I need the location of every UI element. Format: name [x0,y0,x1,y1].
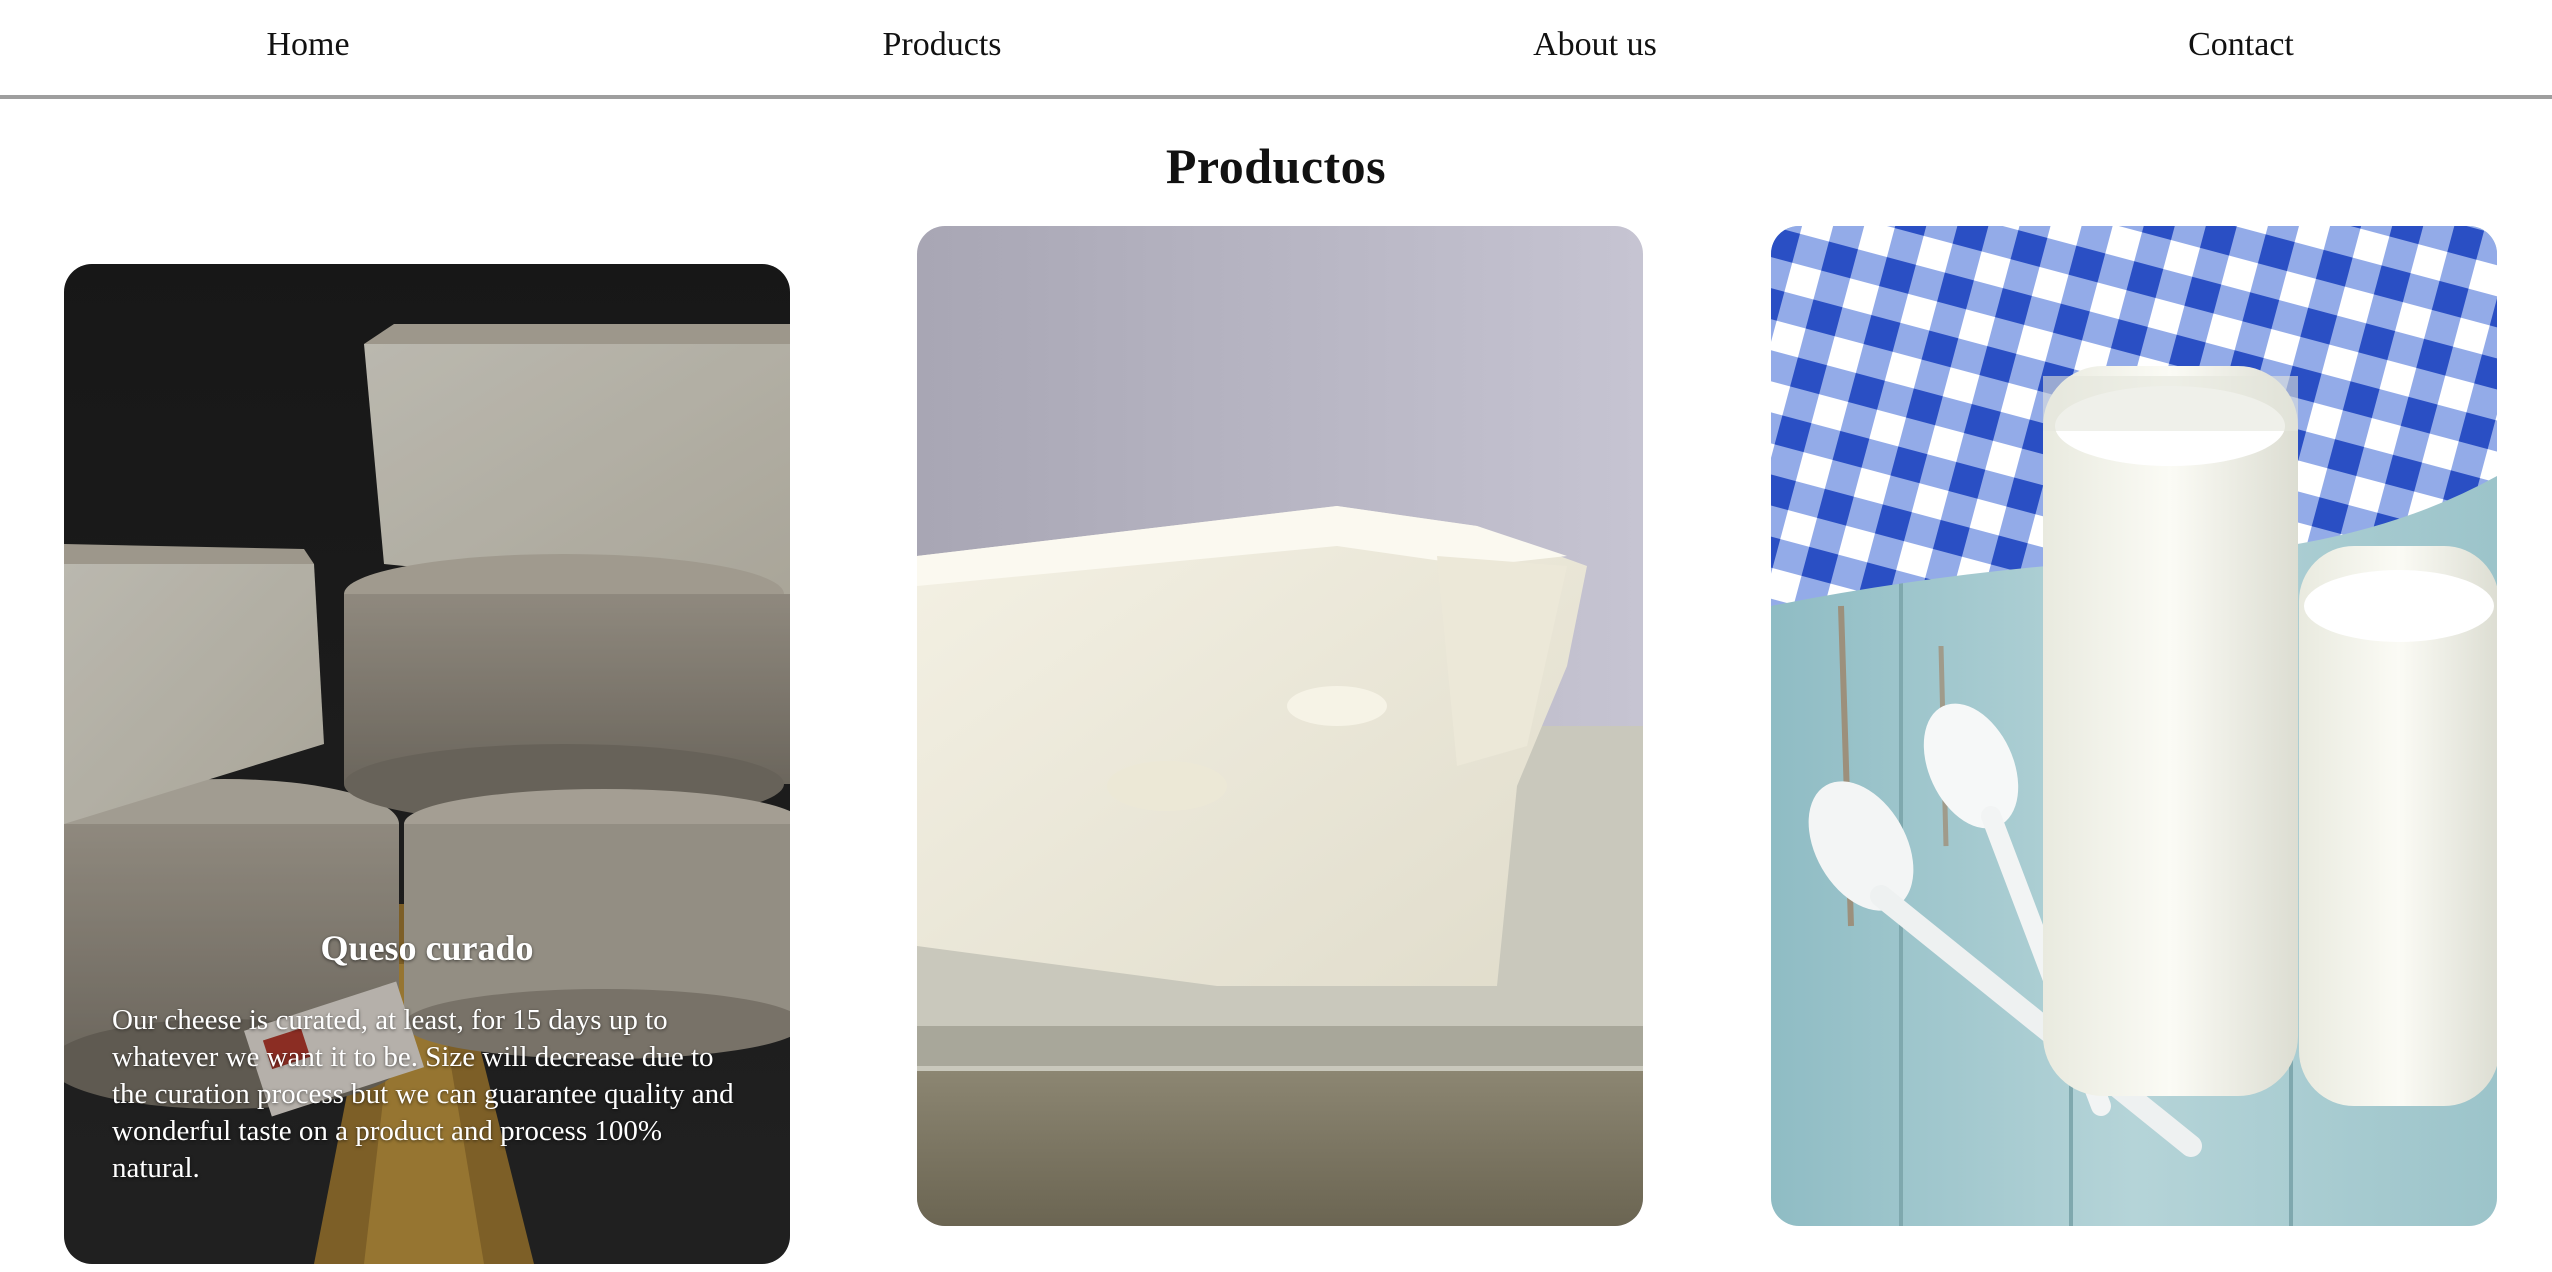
page-title: Productos [1165,138,1387,194]
nav-link-home[interactable]: Home [266,22,349,67]
card-description: Our cheese is curated, at least, for 15 … [112,1004,734,1184]
product-card-queso-curado[interactable]: Queso curado Our cheese is curated, at l… [64,264,790,1264]
card-title: Queso curado [320,928,534,968]
top-navbar: Home Products About us Contact [0,0,2552,99]
nav-link-contact[interactable]: Contact [2188,22,2294,67]
nav-link-products[interactable]: Products [883,22,1002,67]
fresh-cheese-image [917,226,1643,1226]
product-card-yogurt[interactable] [1771,226,2497,1226]
product-card-fresh-cheese[interactable] [917,226,1643,1226]
nav-link-about-us[interactable]: About us [1533,22,1657,67]
yogurt-jars-image [1771,226,2497,1226]
